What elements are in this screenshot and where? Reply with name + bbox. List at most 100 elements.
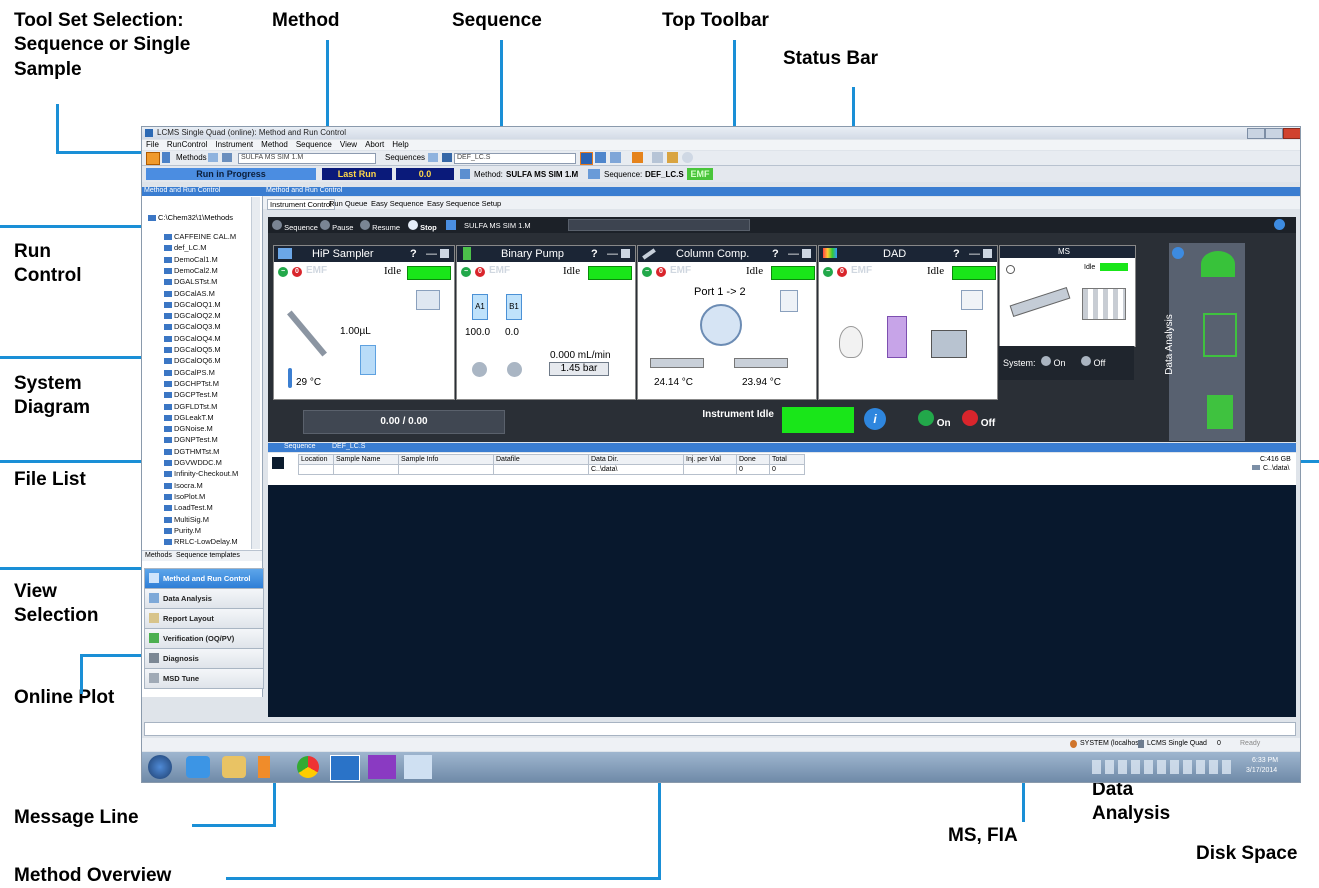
maximize-button[interactable]	[1265, 128, 1283, 139]
file-list-item[interactable]: DGTHMTst.M	[164, 447, 219, 456]
resume-button[interactable]: Resume	[360, 220, 400, 232]
column-header[interactable]: Sample Info	[398, 454, 494, 465]
module-close-icon[interactable]	[802, 249, 811, 258]
column-header[interactable]: Datafile	[493, 454, 589, 465]
module-off-icon[interactable]: 0	[837, 267, 847, 277]
report-icon[interactable]	[632, 152, 643, 163]
single-sample-icon[interactable]	[162, 152, 170, 163]
expand-arrow-icon[interactable]	[1172, 247, 1184, 259]
help-circle-icon[interactable]	[1274, 219, 1285, 230]
module-off-icon[interactable]: 0	[656, 267, 666, 277]
tab-sequence-templates[interactable]: Sequence templates	[176, 552, 240, 559]
file-list-item[interactable]: MultiSig.M	[164, 515, 209, 524]
view-report-layout[interactable]: Report Layout	[144, 608, 264, 629]
info-icon[interactable]: i	[864, 408, 886, 430]
file-list-item[interactable]: Infinity-Checkout.M	[164, 469, 238, 478]
chart-icon[interactable]	[610, 152, 621, 163]
module-minimize-icon[interactable]: —	[788, 248, 799, 260]
view-verification[interactable]: Verification (OQ/PV)	[144, 628, 264, 649]
module-on-icon[interactable]: −	[823, 267, 833, 277]
file-list-item[interactable]: Purity.M	[164, 526, 201, 535]
file-tree-root[interactable]: C:\Chem32\1\Methods	[148, 213, 233, 222]
file-list-item[interactable]: DGCalOQ2.M	[164, 311, 221, 320]
tab-easy-sequence[interactable]: Easy Sequence	[371, 199, 424, 208]
instrument-off-button[interactable]: Off	[962, 410, 995, 429]
tab-instrument-control[interactable]: Instrument Control	[267, 199, 335, 210]
column-header[interactable]: Location	[298, 454, 334, 465]
file-list-item[interactable]: DGCalOQ4.M	[164, 334, 221, 343]
load-sequence-icon[interactable]	[428, 153, 438, 162]
file-list-item[interactable]: DGALSTst.M	[164, 277, 217, 286]
media-icon[interactable]	[258, 756, 270, 778]
table-cell[interactable]	[683, 464, 737, 475]
file-list-item[interactable]: IsoPlot.M	[164, 492, 205, 501]
chrome-icon[interactable]	[297, 756, 319, 778]
view-method-and-run-control[interactable]: Method and Run Control	[144, 568, 264, 589]
sequence-mode-icon[interactable]	[146, 152, 160, 165]
table-row[interactable]: C..\data\ 0 0	[298, 464, 805, 475]
module-help-icon[interactable]: ?	[591, 248, 598, 260]
column-header[interactable]: Inj. per Vial	[683, 454, 737, 465]
save-method-icon[interactable]	[222, 153, 232, 162]
column-header[interactable]: Data Dir.	[588, 454, 684, 465]
module-off-icon[interactable]: 0	[475, 267, 485, 277]
table-cell[interactable]: 0	[736, 464, 770, 475]
instrument-on-button[interactable]: On	[918, 410, 951, 429]
help-icon[interactable]	[682, 152, 693, 163]
file-list-item[interactable]: DGCPTest.M	[164, 390, 218, 399]
spectrum-icon[interactable]	[961, 290, 983, 310]
module-help-icon[interactable]: ?	[772, 248, 779, 260]
menu-instrument[interactable]: Instrument	[215, 140, 253, 149]
print-icon[interactable]	[652, 152, 663, 163]
file-list-item[interactable]: Isocra.M	[164, 481, 203, 490]
file-list-item[interactable]: DemoCal1.M	[164, 255, 218, 264]
file-list-item[interactable]: DGNPTest.M	[164, 435, 218, 444]
close-button[interactable]	[1283, 128, 1300, 139]
table-cell[interactable]: 0	[769, 464, 805, 475]
layout-icon[interactable]	[595, 152, 606, 163]
menu-abort[interactable]: Abort	[365, 140, 384, 149]
file-list-item[interactable]: DGCalOQ6.M	[164, 356, 221, 365]
file-list-item[interactable]: DGCalOQ1.M	[164, 300, 221, 309]
menu-sequence[interactable]: Sequence	[296, 140, 332, 149]
table-cell[interactable]	[398, 464, 494, 475]
file-list-item[interactable]: LoadTest.M	[164, 503, 213, 512]
thermostat-icon[interactable]	[780, 290, 798, 312]
online-plot[interactable]	[268, 485, 1296, 717]
start-button[interactable]	[148, 755, 172, 779]
minimize-button[interactable]	[1247, 128, 1265, 139]
file-list-item[interactable]: DGCalPS.M	[164, 368, 215, 377]
file-list-item[interactable]: DGNoise.M	[164, 424, 213, 433]
file-list-scrollbar[interactable]	[251, 197, 260, 549]
module-on-icon[interactable]: −	[278, 267, 288, 277]
column-header[interactable]: Sample Name	[333, 454, 399, 465]
sequence-dropdown[interactable]: DEF_LC.S	[454, 153, 576, 164]
table-cell[interactable]	[333, 464, 399, 475]
view-toggle-icon[interactable]	[580, 152, 593, 165]
column-header[interactable]: Total	[769, 454, 805, 465]
module-close-icon[interactable]	[440, 249, 449, 258]
sampler-tray-icon[interactable]	[416, 290, 440, 310]
module-close-icon[interactable]	[621, 249, 630, 258]
ms-power-icon[interactable]	[1006, 265, 1015, 274]
file-list-item[interactable]: CAFFEINE CAL.M	[164, 232, 236, 241]
module-help-icon[interactable]: ?	[953, 248, 960, 260]
module-minimize-icon[interactable]: —	[607, 248, 618, 260]
module-on-icon[interactable]: −	[461, 267, 471, 277]
table-cell[interactable]	[298, 464, 334, 475]
stop-button[interactable]: Stop	[408, 220, 437, 232]
file-list-item[interactable]: DGLeakT.M	[164, 413, 214, 422]
file-list-item[interactable]: DGCalAS.M	[164, 289, 215, 298]
module-help-icon[interactable]: ?	[410, 248, 417, 260]
ms-on-button[interactable]: On	[1041, 356, 1066, 368]
file-list-item[interactable]: def_LC.M	[164, 243, 207, 252]
load-method-icon[interactable]	[208, 153, 218, 162]
module-on-icon[interactable]: −	[642, 267, 652, 277]
table-cell[interactable]: C..\data\	[588, 464, 684, 475]
file-list-item[interactable]: DGCalOQ3.M	[164, 322, 221, 331]
file-list-item[interactable]: DGVWDDC.M	[164, 458, 222, 467]
module-close-icon[interactable]	[983, 249, 992, 258]
file-list-item[interactable]: DGCalOQ5.M	[164, 345, 221, 354]
ms-off-button[interactable]: Off	[1081, 356, 1105, 368]
method-dropdown[interactable]: SULFA MS SIM 1.M	[238, 153, 376, 164]
